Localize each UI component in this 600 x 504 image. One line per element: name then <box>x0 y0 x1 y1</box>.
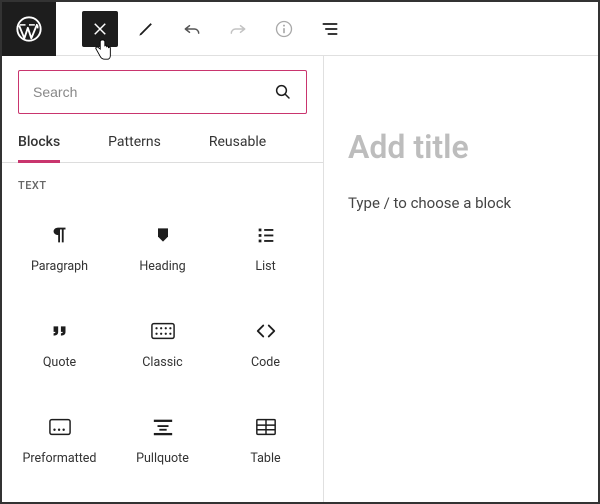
block-classic[interactable]: Classic <box>111 296 214 392</box>
block-inserter-toggle[interactable] <box>82 11 118 47</box>
post-title-input[interactable]: Add title <box>348 128 574 166</box>
block-label: Table <box>250 451 280 466</box>
block-label: Classic <box>142 355 182 370</box>
pullquote-icon <box>151 415 175 439</box>
block-preformatted[interactable]: Preformatted <box>8 392 111 488</box>
block-label: Paragraph <box>31 259 88 274</box>
block-inserter-panel: Blocks Patterns Reusable TEXT Paragraph … <box>2 56 324 502</box>
block-label: Heading <box>139 259 185 274</box>
wordpress-icon <box>15 15 43 43</box>
block-markdown[interactable] <box>111 488 214 502</box>
redo-button[interactable] <box>220 11 256 47</box>
block-label: Quote <box>43 355 76 370</box>
editor-canvas[interactable]: Add title Type / to choose a block <box>324 56 598 502</box>
outline-icon <box>320 19 340 39</box>
block-label: Preformatted <box>23 451 97 466</box>
preformatted-icon <box>48 415 72 439</box>
top-toolbar <box>2 2 598 56</box>
block-quote[interactable]: Quote <box>8 296 111 392</box>
block-table[interactable]: Table <box>214 392 317 488</box>
tab-reusable[interactable]: Reusable <box>209 124 266 162</box>
undo-button[interactable] <box>174 11 210 47</box>
block-label: Pullquote <box>136 451 189 466</box>
edit-tool-button[interactable] <box>128 11 164 47</box>
search-input-wrapper[interactable] <box>18 70 307 114</box>
block-verse[interactable] <box>8 488 111 502</box>
list-icon <box>254 223 278 247</box>
search-input[interactable] <box>33 84 274 100</box>
wordpress-logo-button[interactable] <box>2 2 56 56</box>
undo-icon <box>182 19 202 39</box>
close-icon <box>91 20 109 38</box>
paragraph-icon <box>48 223 72 247</box>
tab-blocks[interactable]: Blocks <box>18 124 60 162</box>
inserter-tabs: Blocks Patterns Reusable <box>2 124 323 163</box>
block-code[interactable]: Code <box>214 296 317 392</box>
block-paragraph[interactable]: Paragraph <box>8 200 111 296</box>
search-icon <box>274 83 292 101</box>
category-label-text: TEXT <box>2 163 323 200</box>
table-icon <box>254 415 278 439</box>
block-grid: Paragraph Heading List <box>2 200 323 502</box>
code-icon <box>254 319 278 343</box>
heading-icon <box>151 223 175 247</box>
block-pullquote[interactable]: Pullquote <box>111 392 214 488</box>
block-extra[interactable] <box>214 488 317 502</box>
block-label: List <box>255 259 275 274</box>
pencil-icon <box>136 19 156 39</box>
block-label: Code <box>251 355 280 370</box>
block-list[interactable]: List <box>214 200 317 296</box>
paragraph-placeholder[interactable]: Type / to choose a block <box>348 194 574 212</box>
outline-button[interactable] <box>312 11 348 47</box>
info-icon <box>274 19 294 39</box>
block-heading[interactable]: Heading <box>111 200 214 296</box>
tab-patterns[interactable]: Patterns <box>108 124 161 162</box>
classic-icon <box>151 319 175 343</box>
redo-icon <box>228 19 248 39</box>
details-button[interactable] <box>266 11 302 47</box>
quote-icon <box>48 319 72 343</box>
